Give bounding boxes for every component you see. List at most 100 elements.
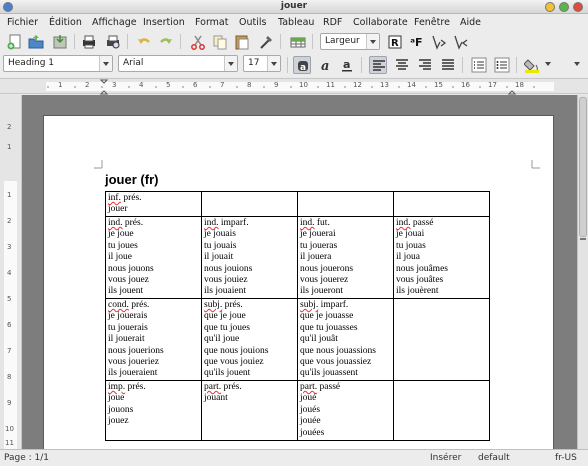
menu-fichier[interactable]: Fichier [7,17,38,28]
menu-affichage[interactable]: Affichage [92,17,137,28]
table-cell[interactable]: ind. imparf. je jouais tu jouais il jouait n… [201,216,298,299]
table-cell[interactable]: part. passé joué joués jouée jouées [297,380,394,441]
align-right-button[interactable] [416,56,434,74]
ruler-tick-label: 12 [353,81,362,89]
menu-tableau[interactable]: Tableau [278,17,314,28]
menu-insertion[interactable]: Insertion [143,17,185,28]
table-cell[interactable]: cond. prés. je jouerais tu jouerais il joue… [105,298,202,381]
font-size-combo[interactable]: 17 [243,55,281,72]
table-cell[interactable]: subj. prés. que je joue que tu joues qu'il … [201,298,298,381]
document-page[interactable]: jouer (fr) inf. prés. jouer ind. prés. je j… [43,115,554,449]
formatting-toolbar: Heading 1 Arial 17 a a a [0,53,588,77]
ruler-tick-label: 18 [515,81,524,89]
close-button[interactable] [573,2,583,12]
menu-outils[interactable]: Outils [239,17,266,28]
bold-button[interactable]: a [293,56,311,74]
fontwork-icon[interactable]: R [386,33,404,51]
paste-icon[interactable] [233,33,251,51]
conjugation-line: qu'il joue [204,334,240,345]
next-change-icon[interactable] [430,33,448,51]
undo-button[interactable] [135,33,153,51]
menu-aide[interactable]: Aide [460,17,481,28]
align-center-button[interactable] [393,56,411,74]
conjugation-line: que nous jouassions [300,345,376,356]
new-document-button[interactable] [6,33,24,51]
svg-text:R: R [391,38,399,49]
table-cell[interactable] [297,191,394,217]
toolbar-overflow-icon[interactable] [574,62,580,66]
ruler-tick-label: 2 [7,123,12,131]
table-cell[interactable]: imp. prés. joue jouons jouez [105,380,202,441]
tense-label: subj. prés. [204,300,243,310]
conjugation-line: vous jouez [108,275,149,286]
paragraph-style-combo[interactable]: Heading 1 [3,55,113,72]
conjugation-line: nous jouerions [108,345,164,356]
text-boundary-corner [531,160,540,169]
tense-label: cond. prés. [108,300,150,310]
menu-rdf[interactable]: RDF [323,17,342,28]
menu-collaborate[interactable]: Collaborate [353,17,408,28]
status-insert-mode[interactable]: Insérer [430,453,461,463]
width-combo[interactable]: Largeur [320,33,380,50]
minimize-button[interactable] [545,2,555,12]
table-cell[interactable] [393,298,490,381]
menu-edition[interactable]: Édition [49,17,82,28]
ruler-tick-label: 10 [5,425,14,433]
print-preview-button[interactable] [104,33,122,51]
document-area[interactable]: jouer (fr) inf. prés. jouer ind. prés. je j… [22,95,577,449]
table-cell[interactable]: subj. imparf. que je jouasse que tu jouass… [297,298,394,381]
conjugation-line: ils joueraient [108,368,158,379]
copy-icon[interactable] [211,33,229,51]
regex-find-icon[interactable]: ᵃF [408,33,426,51]
tense-label: subj. imparf. [300,300,349,310]
table-cell[interactable]: ind. prés. je joue tu joues il joue nous jou… [105,216,202,299]
scrollbar-thumb[interactable] [579,97,587,237]
conjugation-line: que nous jouions [204,345,269,356]
table-cell[interactable]: part. prés. jouant [201,380,298,441]
conjugation-line: ils jouaient [204,286,246,297]
conjugation-line: vous jouâtes [396,275,444,286]
cut-icon[interactable] [189,33,207,51]
standard-toolbar: Largeur R ᵃF [0,31,588,53]
maximize-button[interactable] [559,2,569,12]
open-folder-button[interactable] [27,33,45,51]
print-direct-button[interactable] [80,33,98,51]
table-cell[interactable]: ind. passé je jouai tu jouas il joua nous jo… [393,216,490,299]
conjugation-line: je jouerai [300,229,336,240]
table-cell[interactable] [201,191,298,217]
underline-button[interactable]: a [338,56,356,74]
table-cell[interactable]: inf. prés. jouer [105,191,202,217]
align-left-button[interactable] [369,56,387,74]
status-page-style[interactable]: default [478,453,510,463]
save-button[interactable] [51,33,69,51]
background-color-icon[interactable] [523,56,541,74]
chevron-down-icon[interactable] [545,62,551,66]
vertical-ruler[interactable]: 2 1 1 2 3 4 5 6 7 8 9 10 11 [0,95,22,449]
justify-button[interactable] [439,56,457,74]
conjugation-table[interactable]: inf. prés. jouer ind. prés. je joue tu joues… [105,191,490,441]
menu-fenetre[interactable]: Fenêtre [414,17,450,28]
prev-change-icon[interactable] [452,33,470,51]
insert-table-icon[interactable] [289,33,307,51]
conjugation-line: joués [300,404,321,415]
conjugation-line: tu joues [108,240,138,251]
italic-button[interactable]: a [316,56,334,74]
vertical-scrollbar[interactable] [577,95,588,449]
horizontal-ruler[interactable]: 1 2 3 4 5 6 7 8 9 10 11 12 13 14 15 16 1… [0,78,588,95]
conjugation-line: jouées [300,427,325,438]
tense-label: inf. prés. [108,193,142,203]
clone-formatting-icon[interactable] [257,33,275,51]
menu-format[interactable]: Format [195,17,228,28]
numbered-list-icon[interactable] [470,56,488,74]
document-heading[interactable]: jouer (fr) [105,172,158,187]
table-cell[interactable]: ind. fut. je jouerai tu joueras il jouera no… [297,216,394,299]
ruler-tick-label: 16 [461,81,470,89]
bullet-list-icon[interactable] [493,56,511,74]
redo-button[interactable] [157,33,175,51]
conjugation-line: jouez [108,416,129,427]
status-language[interactable]: fr-US [555,453,577,463]
font-name-combo[interactable]: Arial [118,55,238,72]
table-cell[interactable] [393,191,490,217]
conjugation-line: je joue [108,229,134,240]
table-cell[interactable] [393,380,490,441]
